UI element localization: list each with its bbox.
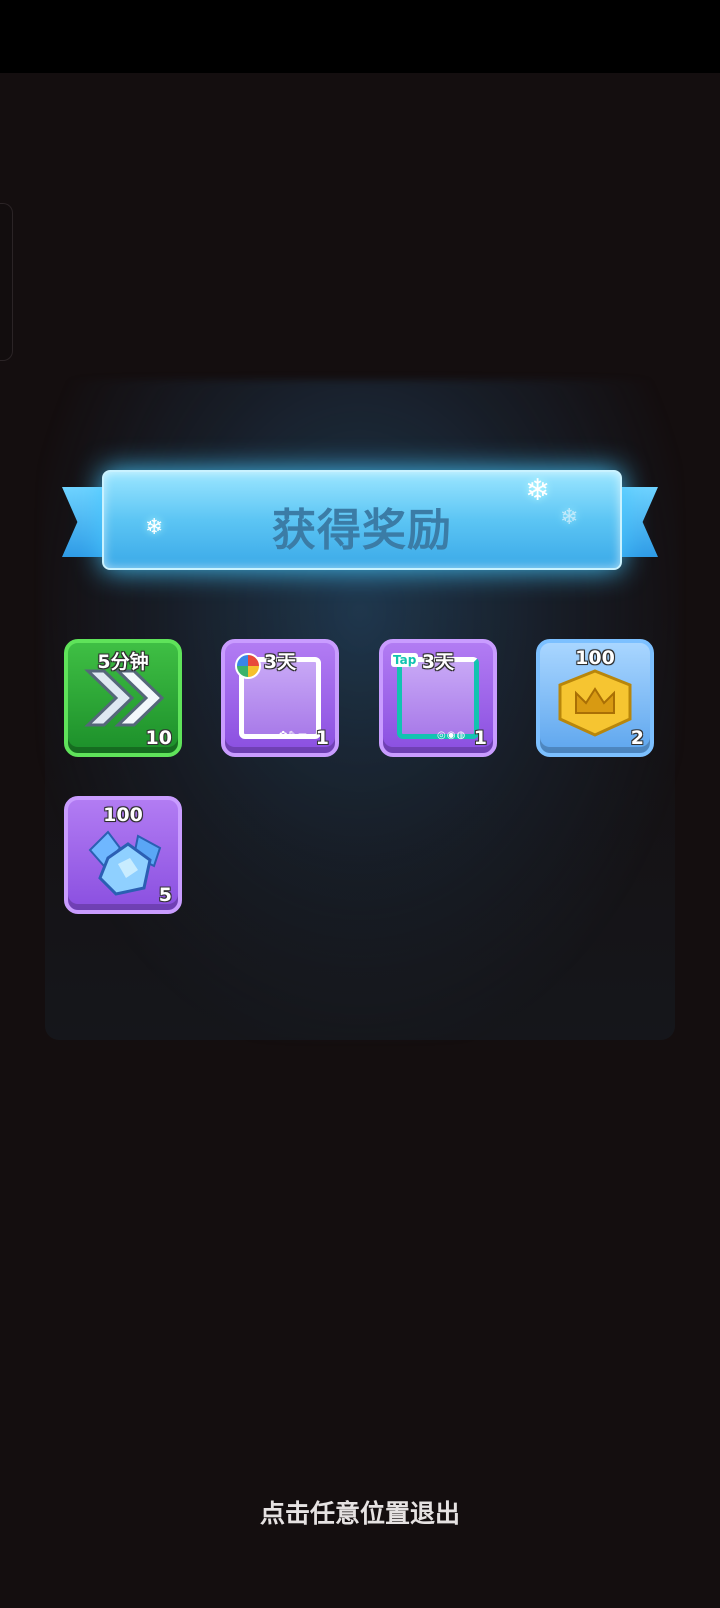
reward-item-crown-badge[interactable]: 100 2 — [536, 639, 654, 757]
reward-amount: 100 — [103, 804, 143, 826]
snowflake-icon: ❄ — [560, 505, 579, 530]
reward-amount: 100 — [575, 647, 615, 669]
reward-count: 1 — [315, 727, 329, 749]
reward-count: 5 — [158, 884, 172, 906]
snowflake-icon: ❄ — [145, 515, 164, 540]
reward-item-crystals[interactable]: 100 5 — [64, 796, 182, 914]
tap-anywhere-to-exit-hint[interactable]: 点击任意位置退出 — [0, 1494, 720, 1530]
reward-duration: 5分钟 — [97, 651, 149, 673]
reward-duration: 3天 — [263, 651, 297, 673]
reward-count: 1 — [473, 727, 487, 749]
reward-item-avatar-frame[interactable]: ✿✎▭ 3天 1 — [221, 639, 339, 757]
frame-decor-icons: ✿✎▭ — [279, 730, 309, 741]
reward-item-tap-frame[interactable]: Tap ◎◉◍ 3天 1 — [379, 639, 497, 757]
reward-duration: 3天 — [421, 651, 455, 673]
reward-count: 2 — [630, 727, 644, 749]
reward-item-speedup[interactable]: 5分钟 10 — [64, 639, 182, 757]
snowflake-icon: ❄ — [525, 473, 551, 508]
frame-decor-icons: ◎◉◍ — [437, 730, 467, 741]
reward-count: 10 — [145, 727, 172, 749]
side-drawer-handle[interactable] — [0, 203, 13, 361]
status-bar — [0, 0, 720, 73]
reward-banner: 获得奖励 ❄ ❄ ❄ — [60, 465, 660, 570]
